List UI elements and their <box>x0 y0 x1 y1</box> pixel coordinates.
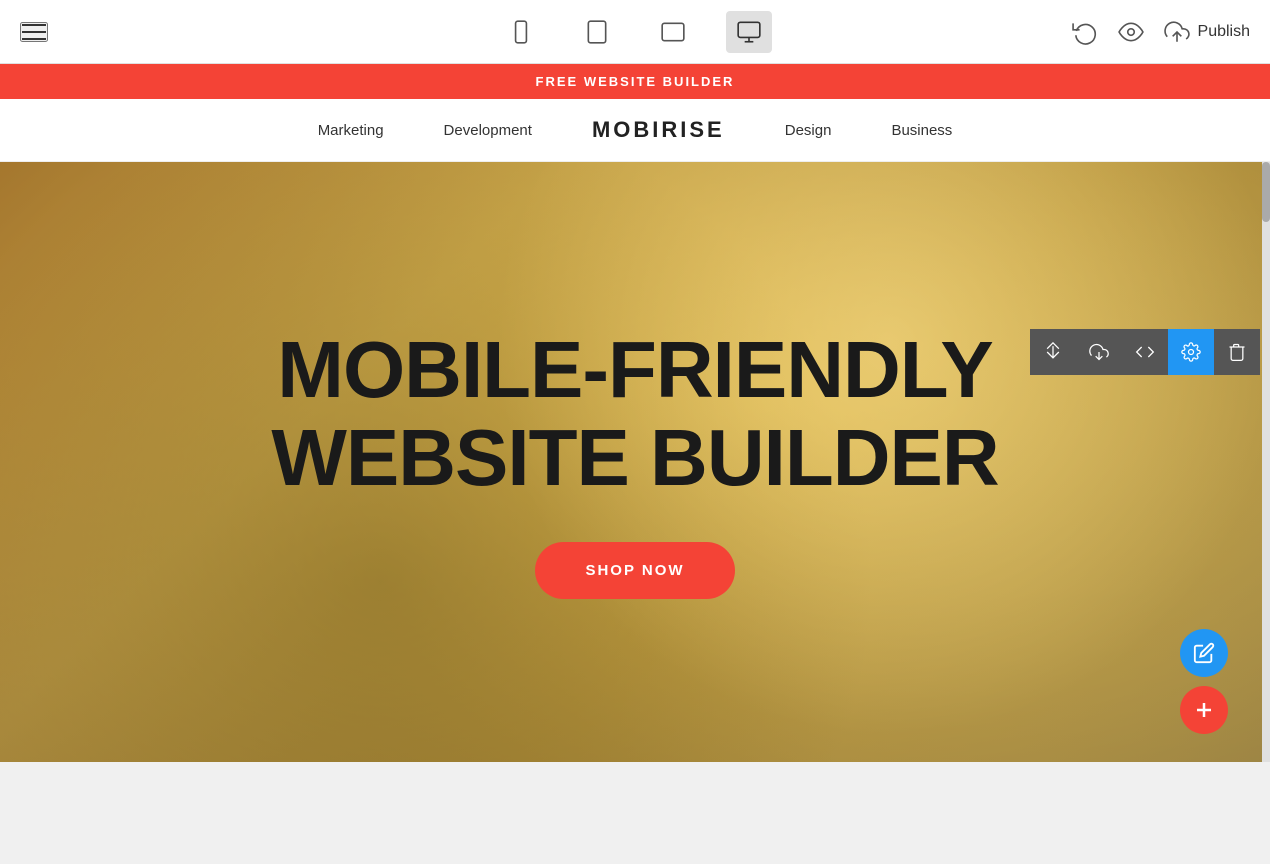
undo-button[interactable] <box>1072 19 1098 45</box>
hero-title: MOBILE-FRIENDLY WEBSITE BUILDER <box>271 326 998 502</box>
settings-gear-icon <box>1181 342 1201 362</box>
download-icon <box>1089 342 1109 362</box>
trash-icon <box>1227 342 1247 362</box>
reorder-section-button[interactable] <box>1030 329 1076 375</box>
promo-banner: FREE WEBSITE BUILDER <box>0 64 1270 99</box>
desktop-view-button[interactable] <box>726 11 772 53</box>
scrollbar-thumb[interactable] <box>1262 162 1270 222</box>
hero-title-line1: MOBILE-FRIENDLY <box>277 325 992 414</box>
settings-section-button[interactable] <box>1168 329 1214 375</box>
site-logo: MOBIRISE <box>592 117 725 143</box>
code-section-button[interactable] <box>1122 329 1168 375</box>
publish-upload-icon <box>1164 19 1190 45</box>
nav-link-development[interactable]: Development <box>444 122 532 139</box>
mobile-icon <box>508 19 534 45</box>
tablet-view-button[interactable] <box>574 11 620 53</box>
desktop-icon <box>736 19 762 45</box>
toolbar-left <box>20 22 48 42</box>
nav-link-design[interactable]: Design <box>785 122 832 139</box>
tablet-landscape-view-button[interactable] <box>650 11 696 53</box>
site-navigation: Marketing Development MOBIRISE Design Bu… <box>0 99 1270 162</box>
shop-now-button[interactable]: SHOP NOW <box>535 542 734 599</box>
reorder-icon <box>1043 342 1063 362</box>
add-block-fab-button[interactable] <box>1180 686 1228 734</box>
main-content: FREE WEBSITE BUILDER Marketing Developme… <box>0 64 1270 800</box>
device-switcher <box>498 11 772 53</box>
hero-content: MOBILE-FRIENDLY WEBSITE BUILDER SHOP NOW <box>0 162 1270 762</box>
banner-text: FREE WEBSITE BUILDER <box>536 74 735 89</box>
publish-label: Publish <box>1198 23 1250 41</box>
scrollbar-track[interactable] <box>1262 162 1270 762</box>
edit-fab-button[interactable] <box>1180 629 1228 677</box>
hamburger-line <box>22 31 46 33</box>
code-icon <box>1135 342 1155 362</box>
preview-button[interactable] <box>1118 19 1144 45</box>
hero-section: MOBILE-FRIENDLY WEBSITE BUILDER SHOP NOW <box>0 162 1270 762</box>
undo-icon <box>1072 19 1098 45</box>
hamburger-line <box>22 24 46 26</box>
plus-icon <box>1192 698 1216 722</box>
toolbar-right: Publish <box>1072 19 1250 45</box>
eye-icon <box>1118 19 1144 45</box>
section-toolbar <box>1030 329 1260 375</box>
delete-section-button[interactable] <box>1214 329 1260 375</box>
nav-link-business[interactable]: Business <box>891 122 952 139</box>
publish-button[interactable]: Publish <box>1164 19 1250 45</box>
hamburger-line <box>22 38 46 40</box>
nav-link-marketing[interactable]: Marketing <box>318 122 384 139</box>
main-toolbar: Publish <box>0 0 1270 64</box>
mobile-view-button[interactable] <box>498 11 544 53</box>
tablet-icon <box>584 19 610 45</box>
download-section-button[interactable] <box>1076 329 1122 375</box>
hero-title-line2: WEBSITE BUILDER <box>271 413 998 502</box>
hamburger-menu-button[interactable] <box>20 22 48 42</box>
pencil-icon <box>1193 642 1215 664</box>
tablet-landscape-icon <box>660 19 686 45</box>
